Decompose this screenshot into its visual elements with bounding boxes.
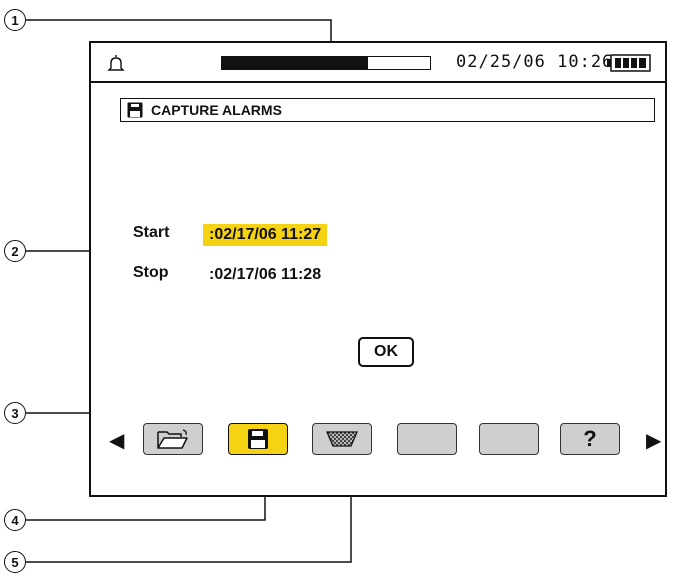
callout-marker-3: 3 [4, 402, 26, 424]
progress-bar [221, 56, 431, 70]
open-folder-button[interactable] [143, 423, 203, 455]
floppy-disk-icon [248, 429, 268, 449]
start-label: Start [133, 224, 170, 241]
stop-label: Stop [133, 264, 169, 281]
function-key-toolbar: ◀ ? ▶ [91, 423, 665, 463]
page-title: CAPTURE ALARMS [151, 102, 282, 118]
status-datetime: 02/25/06 10:26 [456, 52, 614, 72]
function-button-5[interactable] [479, 423, 539, 455]
eraser-icon [326, 431, 358, 447]
function-button-4[interactable] [397, 423, 457, 455]
help-button[interactable]: ? [560, 423, 620, 455]
help-icon: ? [583, 426, 597, 451]
callout-marker-5: 5 [4, 551, 26, 573]
page-title-box: CAPTURE ALARMS [120, 98, 655, 122]
progress-fill [222, 57, 368, 69]
device-screen: 02/25/06 10:26 CAPTURE ALARMS Start :02/… [89, 41, 667, 497]
scroll-left-arrow-icon[interactable]: ◀ [109, 431, 124, 451]
erase-button[interactable] [312, 423, 372, 455]
callout-marker-2: 2 [4, 240, 26, 262]
ok-button[interactable]: OK [358, 337, 414, 367]
callout-marker-4: 4 [4, 509, 26, 531]
stop-value-field[interactable]: :02/17/06 11:28 [203, 264, 327, 286]
callout-marker-1: 1 [4, 9, 26, 31]
scroll-right-arrow-icon[interactable]: ▶ [646, 431, 661, 451]
open-folder-icon [157, 429, 188, 449]
floppy-disk-icon [127, 102, 143, 118]
start-value-field[interactable]: :02/17/06 11:27 [203, 224, 328, 246]
battery-full-icon [607, 54, 651, 72]
status-bar: 02/25/06 10:26 [91, 43, 665, 83]
save-button[interactable] [228, 423, 288, 455]
bell-icon [107, 55, 125, 71]
